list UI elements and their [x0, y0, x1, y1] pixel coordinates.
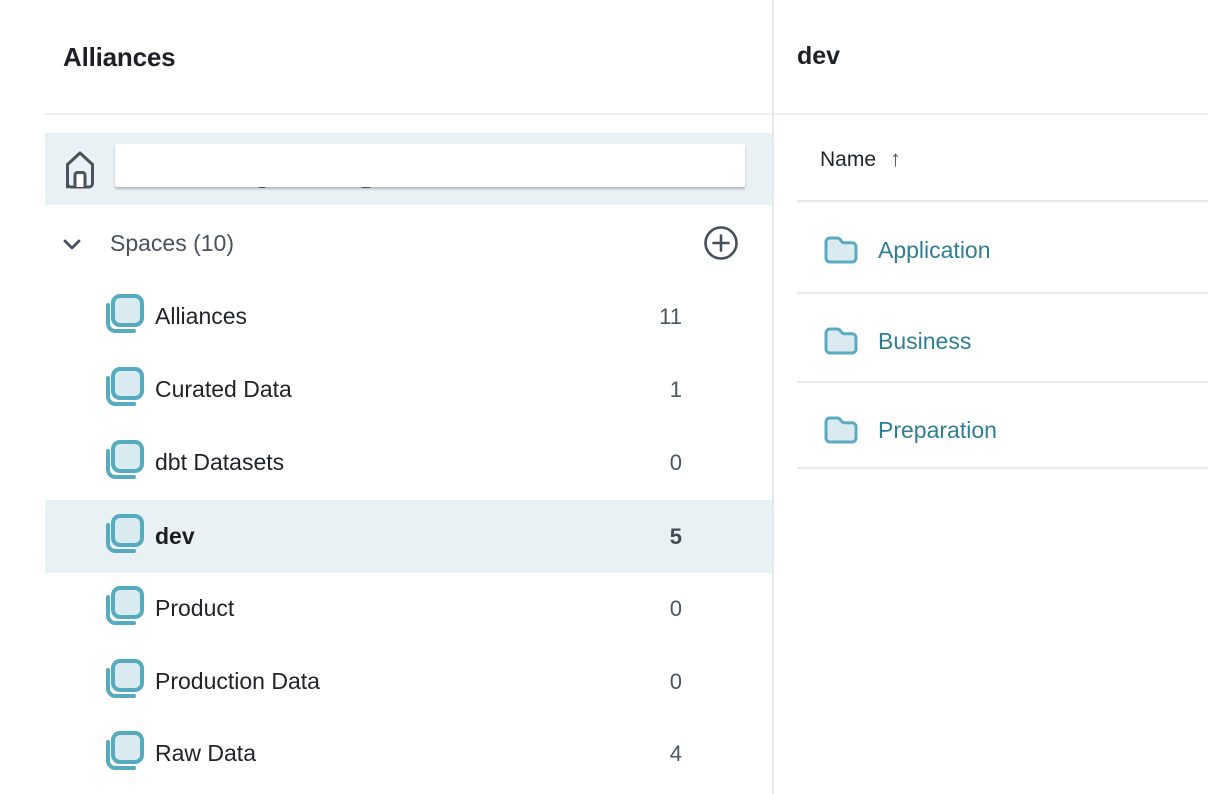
sidebar-item-label: Alliances: [155, 303, 247, 330]
sidebar-item-label: dev: [155, 523, 195, 550]
app-root: Alliances Spaces (10): [0, 0, 1208, 794]
item-count: 5: [670, 524, 682, 550]
sidebar-item-raw-data[interactable]: Raw Data 4: [45, 717, 772, 790]
row-divider: [797, 200, 1208, 202]
sidebar-item-dev[interactable]: dev 5: [45, 500, 772, 573]
folder-icon: [824, 416, 858, 444]
folder-icon: [824, 327, 858, 355]
chevron-down-icon[interactable]: [58, 230, 86, 258]
content-panel: dev Name ↑ Application Business: [774, 0, 1208, 794]
item-count: 1: [670, 377, 682, 403]
sort-ascending-icon: ↑: [890, 146, 901, 171]
sidebar-item-dbt-datasets[interactable]: dbt Datasets 0: [45, 426, 772, 499]
home-row[interactable]: [45, 133, 772, 205]
space-icon: [100, 366, 146, 412]
name-header-label: Name: [820, 148, 876, 171]
sidebar-item-label: Product: [155, 595, 234, 622]
sidebar-title: Alliances: [63, 42, 175, 73]
row-divider: [797, 381, 1208, 383]
row-divider: [797, 292, 1208, 294]
row-divider: [797, 467, 1208, 469]
folder-row-preparation[interactable]: Preparation: [797, 385, 1208, 475]
redacted-home-label: [115, 144, 745, 187]
sidebar-item-label: dbt Datasets: [155, 449, 284, 476]
folder-link[interactable]: Application: [878, 237, 991, 264]
spaces-section-label[interactable]: Spaces (10): [110, 230, 234, 257]
plus-circle-icon: [702, 224, 740, 262]
folder-link[interactable]: Business: [878, 328, 971, 355]
page-title: dev: [797, 42, 840, 71]
sidebar-item-label: Production Data: [155, 668, 320, 695]
sidebar: Alliances Spaces (10): [0, 0, 772, 794]
name-column-header[interactable]: Name ↑: [820, 146, 901, 172]
item-count: 11: [659, 304, 682, 330]
title-divider: [774, 113, 1208, 115]
spaces-section-header: Spaces (10): [45, 221, 772, 265]
space-icon: [100, 513, 146, 559]
space-icon: [100, 439, 146, 485]
add-space-button[interactable]: [702, 224, 740, 262]
folder-row-application[interactable]: Application: [797, 205, 1208, 295]
folder-row-business[interactable]: Business: [797, 296, 1208, 386]
item-count: 4: [670, 741, 682, 767]
item-count: 0: [670, 669, 682, 695]
sidebar-item-production-data[interactable]: Production Data 0: [45, 645, 772, 718]
sidebar-item-label: Curated Data: [155, 376, 292, 403]
sidebar-item-alliances[interactable]: Alliances 11: [45, 280, 772, 353]
sidebar-item-curated-data[interactable]: Curated Data 1: [45, 353, 772, 426]
space-icon: [100, 585, 146, 631]
folder-icon: [824, 236, 858, 264]
home-icon: [62, 147, 98, 191]
item-count: 0: [670, 450, 682, 476]
sidebar-item-label: Raw Data: [155, 740, 256, 767]
sidebar-item-product[interactable]: Product 0: [45, 572, 772, 645]
space-icon: [100, 730, 146, 776]
sidebar-title-divider: [45, 113, 772, 115]
folder-link[interactable]: Preparation: [878, 417, 997, 444]
space-icon: [100, 658, 146, 704]
item-count: 0: [670, 596, 682, 622]
space-icon: [100, 293, 146, 339]
